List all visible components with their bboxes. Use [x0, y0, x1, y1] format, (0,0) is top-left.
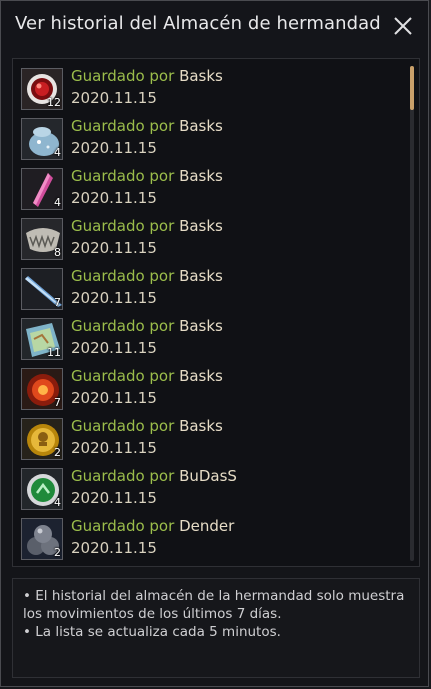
history-row: 7 Guardado por Basks 2020.11.15	[21, 265, 401, 315]
scrollbar[interactable]	[410, 66, 414, 561]
item-quantity: 11	[47, 346, 61, 359]
info-panel: • El historial del almacén de la hermand…	[12, 578, 420, 678]
history-row: 4 Guardado por Basks 2020.11.15	[21, 165, 401, 215]
info-note-history-range: • El historial del almacén de la hermand…	[23, 588, 405, 622]
saved-by-label: Guardado por	[71, 67, 175, 85]
history-row: 4 Guardado por BuDasS 2020.11.15	[21, 465, 401, 515]
username: Basks	[179, 367, 223, 385]
history-row: 2 Guardado por Dender 2020.11.15	[21, 515, 401, 565]
history-date: 2020.11.15	[71, 139, 157, 157]
item-quantity: 4	[54, 496, 61, 509]
history-date: 2020.11.15	[71, 189, 157, 207]
saved-by-label: Guardado por	[71, 467, 175, 485]
history-date: 2020.11.15	[71, 539, 157, 557]
saved-by-label: Guardado por	[71, 217, 175, 235]
item-quantity: 4	[54, 146, 61, 159]
username: Dender	[179, 517, 235, 535]
item-quantity: 8	[54, 246, 61, 259]
history-list[interactable]: 12 Guardado por Basks 2020.11.15 4 Guard…	[12, 58, 420, 567]
item-quantity: 2	[54, 446, 61, 459]
item-slot[interactable]: 4	[21, 118, 63, 160]
item-quantity: 2	[54, 546, 61, 559]
window-title: Ver historial del Almacén de hermandad	[15, 13, 381, 34]
item-slot[interactable]: 4	[21, 468, 63, 510]
item-slot[interactable]: 4	[21, 168, 63, 210]
item-quantity: 7	[54, 296, 61, 309]
history-date: 2020.11.15	[71, 89, 157, 107]
history-date: 2020.11.15	[71, 289, 157, 307]
history-row: 7 Guardado por Basks 2020.11.15	[21, 365, 401, 415]
username: Basks	[179, 417, 223, 435]
history-date: 2020.11.15	[71, 389, 157, 407]
username: Basks	[179, 217, 223, 235]
info-note-refresh: • La lista se actualiza cada 5 minutos.	[23, 624, 281, 640]
item-slot[interactable]: 12	[21, 68, 63, 110]
history-date: 2020.11.15	[71, 339, 157, 357]
username: BuDasS	[179, 467, 237, 485]
saved-by-label: Guardado por	[71, 367, 175, 385]
history-date: 2020.11.15	[71, 439, 157, 457]
item-slot[interactable]: 7	[21, 268, 63, 310]
history-row: 4 Guardado por Basks 2020.11.15	[21, 115, 401, 165]
item-slot[interactable]: 8	[21, 218, 63, 260]
saved-by-label: Guardado por	[71, 167, 175, 185]
username: Basks	[179, 67, 223, 85]
item-quantity: 4	[54, 196, 61, 209]
history-row: 8 Guardado por Basks 2020.11.15	[21, 215, 401, 265]
item-slot[interactable]: 11	[21, 318, 63, 360]
username: Basks	[179, 317, 223, 335]
username: Basks	[179, 267, 223, 285]
item-slot[interactable]: 2	[21, 518, 63, 560]
saved-by-label: Guardado por	[71, 117, 175, 135]
item-quantity: 12	[47, 96, 61, 109]
history-row: 12 Guardado por Basks 2020.11.15	[21, 65, 401, 115]
history-date: 2020.11.15	[71, 489, 157, 507]
saved-by-label: Guardado por	[71, 417, 175, 435]
username: Basks	[179, 167, 223, 185]
username: Basks	[179, 117, 223, 135]
history-row: 11 Guardado por Basks 2020.11.15	[21, 315, 401, 365]
saved-by-label: Guardado por	[71, 317, 175, 335]
guild-storage-history-window: Ver historial del Almacén de hermandad 1…	[0, 0, 429, 687]
history-row: 2 Guardado por Basks 2020.11.15	[21, 415, 401, 465]
history-date: 2020.11.15	[71, 239, 157, 257]
item-slot[interactable]: 2	[21, 418, 63, 460]
saved-by-label: Guardado por	[71, 267, 175, 285]
window-titlebar: Ver historial del Almacén de hermandad	[1, 1, 428, 51]
saved-by-label: Guardado por	[71, 517, 175, 535]
close-icon[interactable]	[390, 13, 416, 39]
item-slot[interactable]: 7	[21, 368, 63, 410]
item-quantity: 7	[54, 396, 61, 409]
scroll-thumb[interactable]	[410, 66, 414, 110]
